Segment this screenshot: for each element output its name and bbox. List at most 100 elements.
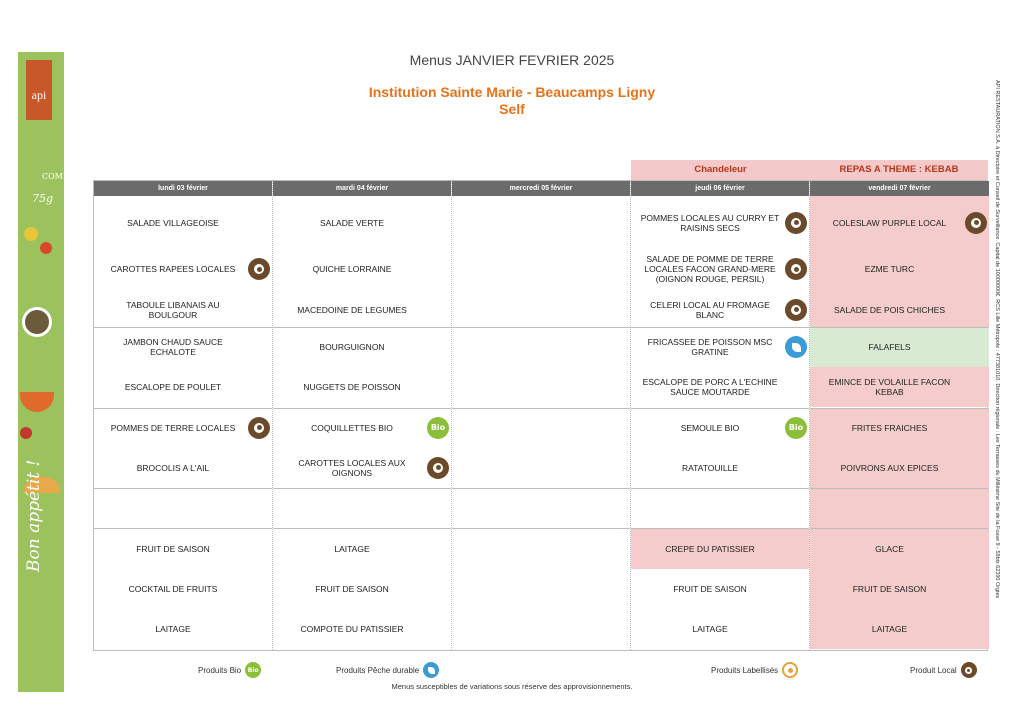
menu-item-text: FRICASSEE DE POISSON MSC GRATINE — [647, 337, 773, 358]
menu-item: COCKTAIL DE FRUITS — [94, 569, 272, 609]
menu-item-text: BOURGUIGNON — [319, 342, 385, 353]
menu-item: LAITAGE — [273, 528, 451, 568]
menu-item: QUICHE LORRAINE — [273, 249, 451, 289]
menu-item-text: POMMES LOCALES AU CURRY ET RAISINS SECS — [640, 212, 780, 233]
tomato-icon — [20, 427, 32, 439]
event-friday: REPAS A THEME : KEBAB — [810, 160, 988, 180]
legend-bio-label: Produits Bio — [198, 665, 242, 675]
institution-name: Institution Sainte Marie - Beaucamps Lig… — [368, 84, 656, 100]
decorative-strip: api COMPTER 75g Bon appétit ! — [18, 52, 64, 692]
menu-item-text: BROCOLIS A L'AIL — [136, 462, 210, 473]
service-name: Self — [499, 101, 525, 117]
course-separator — [452, 407, 630, 409]
menu-item: JAMBON CHAUD SAUCE ECHALOTE — [94, 327, 272, 367]
menu-item-text: CAROTTES LOCALES AUX OIGNONS — [298, 457, 406, 478]
menu-item: FRUIT DE SAISON — [273, 569, 451, 609]
menu-item: NUGGETS DE POISSON — [273, 367, 451, 407]
fruit-icon — [40, 242, 52, 254]
course-separator — [810, 488, 989, 490]
bon-appetit-text: Bon appétit ! — [24, 459, 44, 572]
menu-item-text: COCKTAIL DE FRUITS — [128, 583, 218, 594]
menu-item-text: LAITAGE — [334, 543, 370, 554]
menu-item: COQUILLETTES BIO Bio — [273, 408, 451, 448]
menu-item-text: FALAFELS — [868, 342, 911, 353]
menu-item: LAITAGE — [631, 609, 809, 649]
menu-item: POMMES DE TERRE LOCALES — [94, 408, 272, 448]
menu-item: FRICASSEE DE POISSON MSC GRATINE — [631, 327, 809, 367]
bio-icon: Bio — [427, 416, 449, 439]
menu-item-text: LAITAGE — [155, 624, 191, 635]
legend-bio: Produits Bio Bio — [198, 660, 262, 680]
day-column: mardi 04 février SALADE VERTE QUICHE LORRA… — [273, 181, 452, 650]
local-product-icon — [965, 211, 987, 234]
menu-item-text: COLESLAW PURPLE LOCAL — [832, 217, 947, 228]
legend-label-label: Produits Labellisés — [711, 665, 779, 675]
course-separator — [810, 326, 989, 328]
menu-item-text: FRITES FRAICHES — [851, 422, 928, 433]
menu-item — [810, 488, 989, 529]
course-separator — [273, 326, 451, 328]
day-header: vendredi 07 février — [810, 181, 989, 196]
menu-item-text: SALADE DE POIS CHICHES — [833, 304, 945, 315]
legend-peche: Produits Pêche durable — [336, 660, 440, 680]
menu-item-text: CAROTTES RAPEES LOCALES — [110, 264, 236, 275]
menu-item: CREPE DU PATISSIER — [631, 528, 809, 569]
menu-item: SALADE VILLAGEOISE — [94, 196, 272, 249]
course-separator — [273, 488, 451, 490]
menu-item: SALADE VERTE — [273, 196, 451, 249]
local-product-icon — [785, 298, 807, 321]
menu-item-text: SALADE VERTE — [319, 217, 385, 228]
local-product-icon — [960, 662, 977, 678]
menu-item: EMINCE DE VOLAILLE FACON KEBAB — [810, 367, 989, 408]
menu-item-text: ESCALOPE DE PORC A L'ECHINE SAUCE MOUTAR… — [642, 377, 778, 398]
menu-item-text: ESCALOPE DE POULET — [124, 382, 222, 393]
day-column: lundi 03 février SALADE VILLAGEOISE CAROTT… — [94, 181, 273, 650]
menu-item: FRUIT DE SAISON — [810, 568, 989, 609]
menu-title: Menus JANVIER FEVRIER 2025 — [409, 52, 615, 68]
menu-item-text: RATATOUILLE — [681, 462, 739, 473]
course-separator — [631, 407, 809, 409]
day-column: vendredi 07 février COLESLAW PURPLE LOCAL… — [810, 181, 989, 650]
course-separator — [631, 488, 809, 490]
day-header: mardi 04 février — [273, 181, 451, 196]
menu-item: MACEDOINE DE LEGUMES — [273, 290, 451, 330]
menu-item-text: FRUIT DE SAISON — [852, 583, 927, 594]
menu-item: RATATOUILLE — [631, 448, 809, 488]
local-product-icon — [248, 258, 270, 281]
menu-item: BROCOLIS A L'AIL — [94, 448, 272, 488]
course-separator — [273, 407, 451, 409]
bio-icon: Bio — [245, 662, 262, 678]
menu-item-text: EMINCE DE VOLAILLE FACON KEBAB — [828, 377, 951, 398]
menu-item-text: CELERI LOCAL AU FROMAGE BLANC — [650, 299, 770, 320]
menu-item: FALAFELS — [810, 326, 989, 368]
event-thursday: Chandeleur — [631, 160, 810, 180]
menu-item: GLACE — [810, 528, 989, 569]
menu-item-text: POMMES DE TERRE LOCALES — [110, 422, 236, 433]
local-product-icon — [785, 258, 807, 281]
menu-item: LAITAGE — [94, 609, 272, 649]
course-separator — [273, 528, 451, 530]
bowl-icon — [20, 392, 54, 412]
menu-item: FRITES FRAICHES — [810, 407, 989, 448]
menu-item-text: FRUIT DE SAISON — [136, 543, 210, 554]
menu-item: CELERI LOCAL AU FROMAGE BLANC — [631, 290, 809, 330]
menu-item-text: EZME TURC — [864, 264, 915, 275]
menu-item-text: QUICHE LORRAINE — [312, 264, 392, 275]
course-separator — [452, 326, 630, 328]
legend-local: Produit Local — [910, 660, 977, 680]
day-header: lundi 03 février — [94, 181, 272, 196]
menu-item — [94, 488, 272, 528]
menu-item: CAROTTES RAPEES LOCALES — [94, 249, 272, 289]
menu-item: FRUIT DE SAISON — [94, 528, 272, 568]
menu-item: SALADE DE POIS CHICHES — [810, 289, 989, 330]
day-header: jeudi 06 février — [631, 181, 809, 196]
menu-item-text: NUGGETS DE POISSON — [303, 382, 401, 393]
weight-label: 75g — [32, 192, 54, 205]
course-separator — [94, 407, 272, 409]
menu-item: ESCALOPE DE POULET — [94, 367, 272, 407]
menu-item-text: COQUILLETTES BIO — [311, 422, 393, 433]
menu-grid: lundi 03 février SALADE VILLAGEOISE CAROTT… — [93, 180, 989, 651]
menu-item-text: FRUIT DE SAISON — [315, 583, 389, 594]
menu-item: BOURGUIGNON — [273, 327, 451, 367]
label-rouge-icon — [782, 662, 799, 678]
